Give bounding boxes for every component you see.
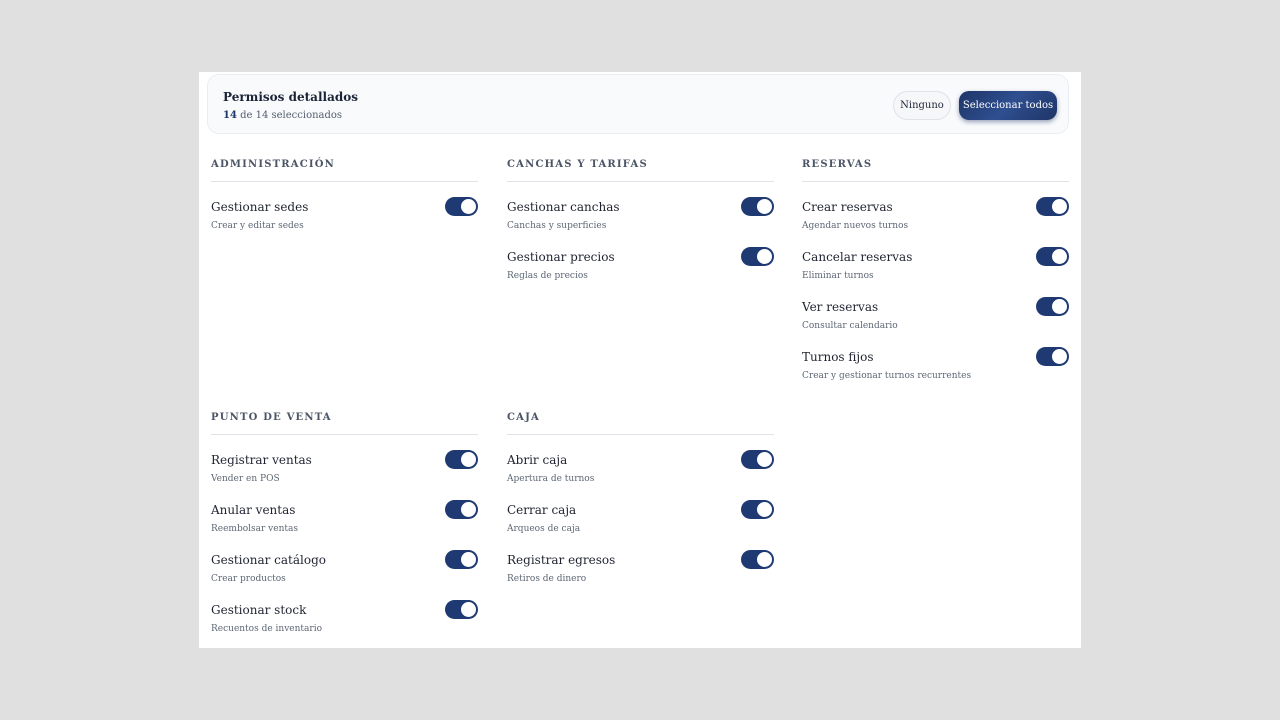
permission-label: Gestionar sedes	[211, 200, 309, 214]
permission-toggle[interactable]	[445, 197, 478, 216]
permission-label: Ver reservas	[802, 300, 879, 314]
section-administracion: ADMINISTRACIÓN Gestionar sedes Crear y e…	[211, 157, 478, 247]
section-title: PUNTO DE VENTA	[211, 412, 332, 423]
toggle-knob	[461, 502, 476, 517]
toggle-knob	[1052, 199, 1067, 214]
permission-registrar-egresos: Registrar egresos Retiros de dinero	[507, 550, 774, 600]
section-canchas-tarifas: CANCHAS Y TARIFAS Gestionar canchas Canc…	[507, 157, 774, 297]
permission-label: Gestionar catálogo	[211, 553, 326, 567]
permission-crear-reservas: Crear reservas Agendar nuevos turnos	[802, 197, 1069, 247]
toggle-knob	[757, 502, 772, 517]
permission-label: Gestionar canchas	[507, 200, 620, 214]
permission-toggle[interactable]	[741, 500, 774, 519]
permission-label: Gestionar stock	[211, 603, 307, 617]
toggle-knob	[461, 602, 476, 617]
permission-label: Turnos fijos	[802, 350, 874, 364]
toggle-knob	[461, 199, 476, 214]
permission-gestionar-stock: Gestionar stock Recuentos de inventario	[211, 600, 478, 648]
permission-label: Registrar egresos	[507, 553, 616, 567]
section-divider	[802, 181, 1069, 182]
select-all-button[interactable]: Seleccionar todos	[959, 91, 1057, 120]
permission-toggle[interactable]	[1036, 197, 1069, 216]
permission-cerrar-caja: Cerrar caja Arqueos de caja	[507, 500, 774, 550]
permission-toggle[interactable]	[445, 600, 478, 619]
permission-toggle[interactable]	[1036, 347, 1069, 366]
permission-description: Vender en POS	[211, 474, 280, 484]
permission-label: Cerrar caja	[507, 503, 577, 517]
permission-label: Abrir caja	[507, 453, 568, 467]
permission-description: Arqueos de caja	[507, 524, 581, 534]
permission-toggle[interactable]	[445, 450, 478, 469]
permission-description: Crear productos	[211, 574, 286, 584]
section-caja: CAJA Abrir caja Apertura de turnos Cerra…	[507, 410, 774, 600]
toggle-knob	[1052, 349, 1067, 364]
permission-gestionar-sedes: Gestionar sedes Crear y editar sedes	[211, 197, 478, 247]
permissions-header: Permisos detallados 14 de 14 seleccionad…	[207, 74, 1069, 134]
permission-toggle[interactable]	[741, 450, 774, 469]
permission-description: Consultar calendario	[802, 321, 898, 331]
permission-toggle[interactable]	[741, 197, 774, 216]
toggle-knob	[757, 552, 772, 567]
permission-description: Apertura de turnos	[507, 474, 595, 484]
permission-toggle[interactable]	[445, 500, 478, 519]
section-divider	[507, 181, 774, 182]
section-punto-de-venta: PUNTO DE VENTA Registrar ventas Vender e…	[211, 410, 478, 648]
permission-ver-reservas: Ver reservas Consultar calendario	[802, 297, 1069, 347]
toggle-knob	[757, 249, 772, 264]
toggle-knob	[1052, 299, 1067, 314]
permission-toggle[interactable]	[1036, 297, 1069, 316]
permissions-panel: Permisos detallados 14 de 14 seleccionad…	[199, 72, 1081, 648]
header-title: Permisos detallados	[223, 90, 358, 104]
permission-registrar-ventas: Registrar ventas Vender en POS	[211, 450, 478, 500]
permission-label: Gestionar precios	[507, 250, 615, 264]
section-title: RESERVAS	[802, 159, 873, 170]
permission-toggle[interactable]	[445, 550, 478, 569]
permission-gestionar-canchas: Gestionar canchas Canchas y superficies	[507, 197, 774, 247]
permission-turnos-fijos: Turnos fijos Crear y gestionar turnos re…	[802, 347, 1069, 397]
toggle-knob	[757, 452, 772, 467]
permission-abrir-caja: Abrir caja Apertura de turnos	[507, 450, 774, 500]
selected-count: 14	[223, 110, 237, 121]
permission-gestionar-catalogo: Gestionar catálogo Crear productos	[211, 550, 478, 600]
selection-summary: 14 de 14 seleccionados	[223, 110, 342, 121]
section-divider	[211, 434, 478, 435]
selected-suffix: de 14 seleccionados	[236, 110, 343, 121]
permission-description: Eliminar turnos	[802, 271, 874, 281]
permission-label: Cancelar reservas	[802, 250, 913, 264]
toggle-knob	[461, 452, 476, 467]
section-divider	[211, 181, 478, 182]
permission-description: Agendar nuevos turnos	[802, 221, 909, 231]
permission-description: Crear y editar sedes	[211, 221, 304, 231]
permission-description: Recuentos de inventario	[211, 624, 322, 634]
permission-gestionar-precios: Gestionar precios Reglas de precios	[507, 247, 774, 297]
toggle-knob	[757, 199, 772, 214]
section-title: CAJA	[507, 412, 541, 423]
permission-toggle[interactable]	[741, 550, 774, 569]
permission-description: Reembolsar ventas	[211, 524, 298, 534]
permission-anular-ventas: Anular ventas Reembolsar ventas	[211, 500, 478, 550]
toggle-knob	[1052, 249, 1067, 264]
permission-description: Retiros de dinero	[507, 574, 587, 584]
permission-label: Crear reservas	[802, 200, 893, 214]
section-title: ADMINISTRACIÓN	[211, 159, 336, 170]
section-title: CANCHAS Y TARIFAS	[507, 159, 648, 170]
permission-description: Reglas de precios	[507, 271, 588, 281]
permission-label: Anular ventas	[211, 503, 296, 517]
permission-description: Canchas y superficies	[507, 221, 607, 231]
select-none-button[interactable]: Ninguno	[893, 91, 951, 120]
permission-description: Crear y gestionar turnos recurrentes	[802, 371, 972, 381]
toggle-knob	[461, 552, 476, 567]
permission-toggle[interactable]	[741, 247, 774, 266]
permission-label: Registrar ventas	[211, 453, 312, 467]
section-divider	[507, 434, 774, 435]
section-reservas: RESERVAS Crear reservas Agendar nuevos t…	[802, 157, 1069, 397]
permission-toggle[interactable]	[1036, 247, 1069, 266]
permission-cancelar-reservas: Cancelar reservas Eliminar turnos	[802, 247, 1069, 297]
